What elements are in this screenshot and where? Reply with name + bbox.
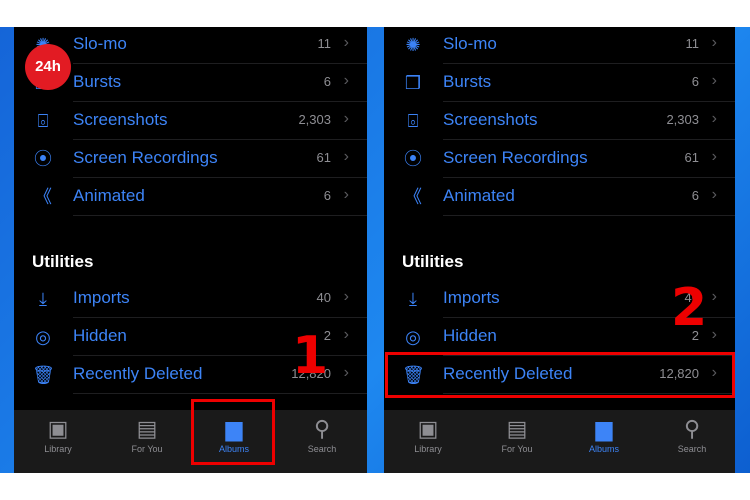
library-icon: ▣	[417, 416, 439, 441]
screenshot-icon: ⌻	[37, 111, 49, 131]
row-divider	[73, 215, 367, 216]
chevron-right-icon: ›	[343, 34, 349, 51]
library-icon: ▣	[47, 416, 69, 441]
chevron-right-icon: ›	[711, 186, 717, 203]
for-you-icon: ▤	[136, 416, 158, 441]
tab-label: Albums	[588, 444, 619, 454]
tab-search[interactable]: ⚲ Search	[282, 414, 362, 454]
step-number-2: 2	[671, 278, 708, 338]
chevron-right-icon: ›	[343, 288, 349, 305]
animated-icon: 《	[404, 187, 422, 207]
for-you-icon: ▤	[506, 416, 528, 441]
chevron-right-icon: ›	[343, 110, 349, 127]
screenshot-icon: ⌻	[407, 111, 419, 131]
screen-recording-icon: ⦿	[404, 149, 422, 169]
album-label: Recently Deleted	[73, 364, 203, 383]
album-label: Imports	[73, 288, 130, 307]
section-title-utilities: Utilities	[402, 252, 464, 271]
hidden-eye-icon: ◎	[405, 327, 421, 347]
album-label: Hidden	[73, 326, 127, 345]
album-label: Bursts	[443, 72, 492, 91]
album-count: 6	[691, 188, 699, 203]
tab-bar: ▣ Library ▤ For You ▆ Albums ⚲ Search	[384, 410, 735, 473]
album-label: Hidden	[443, 326, 497, 345]
album-count: 6	[691, 74, 699, 89]
search-icon: ⚲	[313, 416, 331, 441]
row-divider	[73, 393, 367, 394]
24h-logo: 24h	[25, 44, 71, 90]
slomo-icon: ✺	[405, 35, 421, 55]
album-row-imports[interactable]: ⤓ Imports 40 ›	[14, 280, 367, 318]
recently-deleted-highlight	[385, 352, 735, 398]
tab-search[interactable]: ⚲ Search	[652, 414, 732, 454]
album-label: Screenshots	[73, 110, 168, 129]
album-count: 40	[316, 290, 331, 305]
album-label: Animated	[73, 186, 145, 205]
section-title-utilities: Utilities	[32, 252, 94, 271]
album-row-animated[interactable]: 《 Animated 6 ›	[384, 178, 735, 216]
album-label: Animated	[443, 186, 515, 205]
album-count: 11	[685, 36, 700, 51]
tab-label: Search	[307, 444, 337, 454]
hidden-eye-icon: ◎	[35, 327, 51, 347]
tab-label: For You	[131, 444, 163, 454]
albums-icon: ▆	[595, 416, 613, 441]
import-icon: ⤓	[409, 289, 417, 309]
album-count: 2,303	[298, 112, 331, 127]
tab-label: For You	[501, 444, 533, 454]
album-label: Bursts	[73, 72, 122, 91]
screen-recording-icon: ⦿	[34, 149, 52, 169]
album-row-screen-recordings[interactable]: ⦿ Screen Recordings 61 ›	[384, 140, 735, 178]
tab-albums[interactable]: ▆ Albums	[564, 414, 644, 454]
chevron-right-icon: ›	[711, 34, 717, 51]
tab-label: Search	[677, 444, 707, 454]
album-label: Screen Recordings	[443, 148, 588, 167]
albums-tab-highlight	[191, 399, 275, 465]
chevron-right-icon: ›	[711, 326, 717, 343]
trash-icon: 🗑	[32, 365, 55, 385]
import-icon: ⤓	[39, 289, 47, 309]
album-count: 6	[323, 188, 331, 203]
album-row-screenshots[interactable]: ⌻ Screenshots 2,303 ›	[14, 102, 367, 140]
chevron-right-icon: ›	[343, 326, 349, 343]
album-label: Slo-mo	[443, 34, 497, 53]
phone-screen-step-2: ✺ Slo-mo 11 › ❒ Bursts 6 › ⌻ Screenshots 2,303 › ⦿ Sc…	[384, 27, 735, 473]
album-row-animated[interactable]: 《 Animated 6 ›	[14, 178, 367, 216]
album-label: Imports	[443, 288, 500, 307]
tab-library[interactable]: ▣ Library	[388, 414, 468, 454]
album-label: Screen Recordings	[73, 148, 218, 167]
bursts-icon: ❒	[404, 73, 422, 93]
album-row-screen-recordings[interactable]: ⦿ Screen Recordings 61 ›	[14, 140, 367, 178]
album-count: 61	[684, 150, 699, 165]
chevron-right-icon: ›	[711, 72, 717, 89]
album-label: Slo-mo	[73, 34, 127, 53]
album-count: 11	[317, 36, 332, 51]
chevron-right-icon: ›	[343, 186, 349, 203]
tab-label: Library	[44, 444, 72, 454]
album-count: 2,303	[666, 112, 699, 127]
tab-label: Library	[414, 444, 442, 454]
album-row-screenshots[interactable]: ⌻ Screenshots 2,303 ›	[384, 102, 735, 140]
chevron-right-icon: ›	[711, 288, 717, 305]
tab-for-you[interactable]: ▤ For You	[477, 414, 557, 454]
tab-for-you[interactable]: ▤ For You	[107, 414, 187, 454]
album-label: Screenshots	[443, 110, 538, 129]
album-row-bursts[interactable]: ❒ Bursts 6 ›	[384, 64, 735, 102]
row-divider	[443, 215, 735, 216]
chevron-right-icon: ›	[711, 148, 717, 165]
album-count: 6	[323, 74, 331, 89]
chevron-right-icon: ›	[343, 148, 349, 165]
animated-icon: 《	[34, 187, 52, 207]
search-icon: ⚲	[683, 416, 701, 441]
chevron-right-icon: ›	[343, 72, 349, 89]
chevron-right-icon: ›	[711, 110, 717, 127]
step-number-1: 1	[292, 326, 329, 386]
album-row-slo-mo[interactable]: ✺ Slo-mo 11 ›	[384, 27, 735, 64]
chevron-right-icon: ›	[343, 364, 349, 381]
tab-library[interactable]: ▣ Library	[18, 414, 98, 454]
album-count: 61	[316, 150, 331, 165]
